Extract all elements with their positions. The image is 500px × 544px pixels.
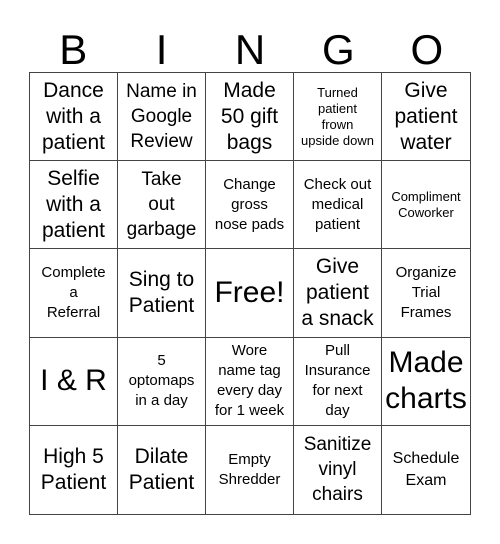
bingo-cell[interactable]: Pull Insurance for next day bbox=[294, 337, 382, 426]
bingo-cell[interactable]: I & R bbox=[30, 337, 118, 426]
bingo-cell[interactable]: Dance with a patient bbox=[30, 73, 118, 162]
bingo-cell[interactable]: Made 50 gift bags bbox=[206, 73, 294, 162]
header-letter-g: G bbox=[322, 26, 355, 73]
bingo-cell[interactable]: Sing to Patient bbox=[118, 249, 206, 338]
bingo-cell[interactable]: Dilate Patient bbox=[118, 425, 206, 514]
cell-text: Turned patient frown upside down bbox=[301, 84, 374, 148]
bingo-cell[interactable]: Wore name tag every day for 1 week bbox=[206, 337, 294, 426]
bingo-cell[interactable]: Sanitize vinyl chairs bbox=[294, 425, 382, 514]
cell-text: Take out garbage bbox=[126, 169, 197, 241]
bingo-cell[interactable]: Made charts bbox=[382, 338, 470, 426]
cell-text: Change gross nose pads bbox=[214, 175, 285, 233]
cell-text: I & R bbox=[40, 364, 107, 398]
cell-text: Selfie with a patient bbox=[41, 166, 106, 242]
cell-text: Compliment Coworker bbox=[391, 188, 461, 220]
bingo-cell[interactable]: Organize Trial Frames bbox=[382, 249, 470, 338]
bingo-grid: Dance with a patient Name in Google Review M… bbox=[29, 72, 471, 515]
cell-text: Made charts bbox=[385, 346, 467, 416]
header-letter-n: N bbox=[234, 26, 266, 73]
bingo-cell[interactable]: Check out medical patient bbox=[294, 161, 382, 250]
cell-text: Pull Insurance for next day bbox=[304, 342, 371, 420]
cell-text: Dance with a patient bbox=[41, 78, 106, 154]
bingo-cell[interactable]: Selfie with a patient bbox=[30, 161, 118, 250]
cell-text: Sanitize vinyl chairs bbox=[303, 434, 372, 506]
header-letter-o: O bbox=[410, 26, 444, 73]
bingo-cell[interactable]: Compliment Coworker bbox=[382, 161, 470, 250]
cell-text: Organize Trial Frames bbox=[395, 263, 457, 321]
bingo-cell[interactable]: 5 optomaps in a day bbox=[118, 337, 206, 426]
bingo-cell[interactable]: Schedule Exam bbox=[382, 426, 470, 514]
cell-text: Free! bbox=[214, 275, 285, 309]
bingo-header: B I N G O bbox=[29, 28, 471, 72]
cell-text: Check out medical patient bbox=[303, 175, 372, 233]
bingo-cell[interactable]: Change gross nose pads bbox=[206, 161, 294, 250]
bingo-cell[interactable]: High 5 Patient bbox=[30, 425, 118, 514]
bingo-cell[interactable]: Give patient water bbox=[382, 73, 470, 162]
cell-text: Empty Shredder bbox=[218, 450, 281, 488]
cell-text: Give patient water bbox=[394, 78, 458, 154]
bingo-cell[interactable]: Complete a Referral bbox=[30, 249, 118, 338]
free-space[interactable]: Free! bbox=[206, 249, 294, 338]
cell-text: 5 optomaps in a day bbox=[128, 352, 195, 410]
bingo-cell[interactable]: Name in Google Review bbox=[118, 73, 206, 162]
cell-text: Complete a Referral bbox=[41, 263, 106, 321]
header-letter-b: B bbox=[59, 26, 88, 73]
cell-text: Schedule Exam bbox=[392, 449, 460, 489]
cell-text: Wore name tag every day for 1 week bbox=[214, 342, 285, 420]
header-letter-i: I bbox=[155, 26, 168, 73]
bingo-cell[interactable]: Give patient a snack bbox=[294, 249, 382, 338]
cell-text: Sing to Patient bbox=[128, 267, 195, 317]
cell-text: Give patient a snack bbox=[301, 254, 374, 330]
bingo-cell[interactable]: Take out garbage bbox=[118, 161, 206, 250]
bingo-cell[interactable]: Empty Shredder bbox=[206, 425, 294, 514]
bingo-cell[interactable]: Turned patient frown upside down bbox=[294, 73, 382, 162]
cell-text: High 5 Patient bbox=[40, 444, 107, 494]
cell-text: Name in Google Review bbox=[126, 81, 197, 153]
cell-text: Dilate Patient bbox=[128, 444, 195, 494]
cell-text: Made 50 gift bags bbox=[220, 78, 279, 154]
